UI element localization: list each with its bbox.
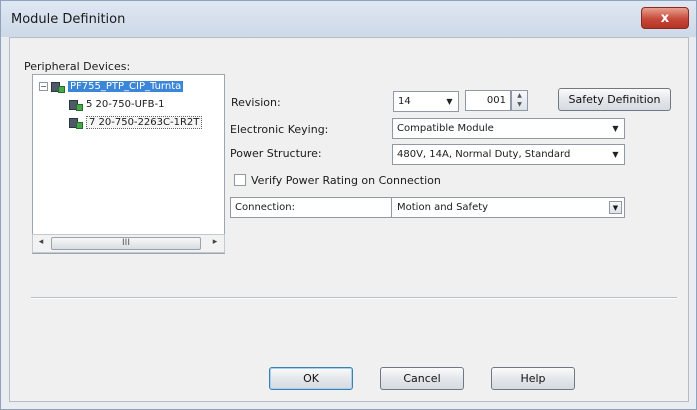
module-icon (69, 99, 83, 111)
scroll-right-icon[interactable]: ▸ (209, 237, 221, 250)
revision-minor-field[interactable]: 001 (465, 90, 511, 111)
chevron-down-icon[interactable]: ▼ (609, 201, 622, 214)
tree-item-label[interactable]: 7 20-750-2263C-1R2T (86, 116, 203, 129)
module-icon (69, 117, 83, 129)
drive-icon (51, 81, 65, 93)
electronic-keying-value: Compatible Module (397, 123, 494, 134)
tree-root-label[interactable]: PF755_PTP_CIP_Turnta (68, 81, 184, 92)
close-icon: x (660, 10, 670, 26)
scroll-left-icon[interactable]: ◂ (35, 237, 47, 250)
spin-down-icon[interactable]: ▼ (512, 100, 527, 109)
verify-power-label[interactable]: Verify Power Rating on Connection (251, 174, 441, 187)
cancel-button[interactable]: Cancel (380, 367, 464, 390)
revision-label: Revision: (231, 96, 281, 109)
revision-major-value: 14 (398, 96, 411, 107)
divider (31, 297, 677, 299)
power-structure-label: Power Structure: (230, 147, 322, 160)
connection-value[interactable]: Motion and Safety (393, 198, 610, 217)
module-definition-dialog: Module Definition x Peripheral Devices: … (0, 0, 697, 410)
connection-label: Connection: (231, 198, 392, 217)
safety-definition-button[interactable]: Safety Definition (558, 88, 671, 111)
peripheral-devices-label: Peripheral Devices: (24, 60, 131, 73)
peripheral-tree[interactable]: − PF755_PTP_CIP_Turnta 5 20-750-UFB-1 7 … (32, 74, 225, 254)
chevron-down-icon: ▼ (612, 124, 619, 133)
connection-row[interactable]: Connection: Motion and Safety ▼ (230, 197, 625, 218)
scroll-thumb[interactable]: III (51, 237, 201, 250)
chevron-down-icon: ▼ (612, 150, 619, 159)
power-structure-value: 480V, 14A, Normal Duty, Standard (397, 149, 571, 160)
revision-major-select[interactable]: 14 ▼ (393, 91, 459, 112)
tree-root-row[interactable]: − PF755_PTP_CIP_Turnta (39, 79, 184, 94)
close-button[interactable]: x (641, 7, 689, 29)
tree-item-label[interactable]: 5 20-750-UFB-1 (86, 99, 164, 110)
tree-horizontal-scrollbar[interactable]: ◂ III ▸ (32, 234, 225, 253)
electronic-keying-label: Electronic Keying: (230, 123, 329, 136)
help-button[interactable]: Help (491, 367, 575, 390)
spin-up-icon[interactable]: ▲ (512, 91, 527, 100)
chevron-down-icon: ▼ (446, 97, 453, 106)
ok-button[interactable]: OK (269, 367, 353, 390)
tree-item-io[interactable]: 7 20-750-2263C-1R2T (69, 115, 203, 130)
power-structure-select[interactable]: 480V, 14A, Normal Duty, Standard ▼ (392, 144, 625, 165)
collapse-icon[interactable]: − (39, 82, 48, 91)
tree-item-ufb[interactable]: 5 20-750-UFB-1 (69, 97, 164, 112)
verify-power-checkbox[interactable] (234, 174, 246, 186)
electronic-keying-select[interactable]: Compatible Module ▼ (392, 118, 625, 139)
revision-minor-spinner[interactable]: ▲ ▼ (511, 90, 528, 111)
title-bar[interactable]: Module Definition x (1, 1, 696, 37)
dialog-title: Module Definition (11, 12, 126, 27)
